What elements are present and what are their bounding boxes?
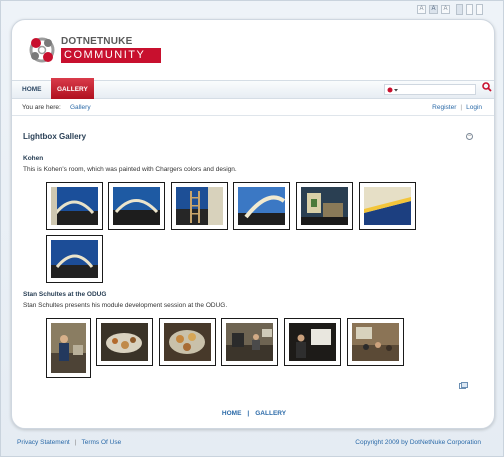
album-title[interactable]: Stan Schultes at the ODUG (23, 291, 106, 298)
photo-thumbnail[interactable] (171, 182, 228, 230)
copyright-text: Copyright 2009 by DotNetNuke Corporation (355, 439, 481, 446)
text-size-medium-button[interactable]: A (429, 5, 438, 14)
photo-thumbnail[interactable] (233, 182, 290, 230)
main-navigation: HOME GALLERY (12, 78, 494, 99)
footer-link-gallery[interactable]: GALLERY (255, 410, 286, 417)
photo-thumbnail[interactable] (347, 318, 404, 366)
photo-thumbnail[interactable] (46, 182, 103, 230)
text-size-large-button[interactable]: A (441, 5, 450, 14)
album-title[interactable]: Kohen (23, 155, 43, 162)
layout-narrow-icon[interactable] (456, 4, 463, 15)
register-link[interactable]: Register (432, 104, 456, 111)
terms-of-use-link[interactable]: Terms Of Use (81, 439, 121, 446)
photo-thumbnail[interactable] (159, 318, 216, 366)
nav-item-gallery[interactable]: GALLERY (51, 78, 94, 99)
dnn-gear-logo-icon (25, 32, 59, 68)
site-logo[interactable]: DOTNETNUKE COMMUNITY (25, 32, 161, 68)
collapse-icon[interactable]: − (466, 133, 473, 140)
browser-frame: A A A DOTNETNUKE COMMUNITY HOME GALLERY … (0, 0, 504, 457)
module-title: Lightbox Gallery (23, 132, 87, 141)
text-size-controls: A A A (417, 4, 483, 15)
privacy-statement-link[interactable]: Privacy Statement (17, 439, 70, 446)
login-link[interactable]: Login (466, 104, 482, 111)
logo-top-text: DOTNETNUKE (61, 35, 133, 47)
photo-thumbnail[interactable] (296, 182, 353, 230)
photo-thumbnail[interactable] (46, 235, 103, 283)
layout-full-icon[interactable] (476, 4, 483, 15)
breadcrumb: You are here: Gallery Register | Login (12, 100, 494, 116)
footer-link-home[interactable]: HOME (222, 410, 242, 417)
text-size-small-button[interactable]: A (417, 5, 426, 14)
photo-thumbnail[interactable] (221, 318, 278, 366)
photo-thumbnail[interactable] (96, 318, 153, 366)
nav-item-home[interactable]: HOME (16, 81, 48, 99)
layout-wide-icon[interactable] (466, 4, 473, 15)
search-engine-icon[interactable] (387, 86, 399, 96)
album-description: This is Kohen's room, which was painted … (23, 166, 237, 173)
legal-links: Privacy Statement | Terms Of Use (17, 439, 122, 446)
footer-navigation: HOME | GALLERY (221, 410, 287, 417)
photo-thumbnail[interactable] (108, 182, 165, 230)
breadcrumb-label: You are here: (22, 104, 61, 111)
magnifier-icon[interactable] (482, 82, 492, 94)
photo-thumbnail[interactable] (284, 318, 341, 366)
logo-bottom-text: COMMUNITY (61, 47, 161, 63)
search-input[interactable] (384, 84, 476, 95)
album-description: Stan Schultes presents his module develo… (23, 302, 228, 309)
photo-thumbnail[interactable] (46, 318, 91, 378)
photo-thumbnail[interactable] (359, 182, 416, 230)
slideshow-icon[interactable] (459, 382, 468, 389)
auth-links: Register | Login (432, 104, 482, 111)
breadcrumb-link-gallery[interactable]: Gallery (70, 104, 91, 111)
page-container: DOTNETNUKE COMMUNITY HOME GALLERY You ar… (11, 19, 495, 429)
